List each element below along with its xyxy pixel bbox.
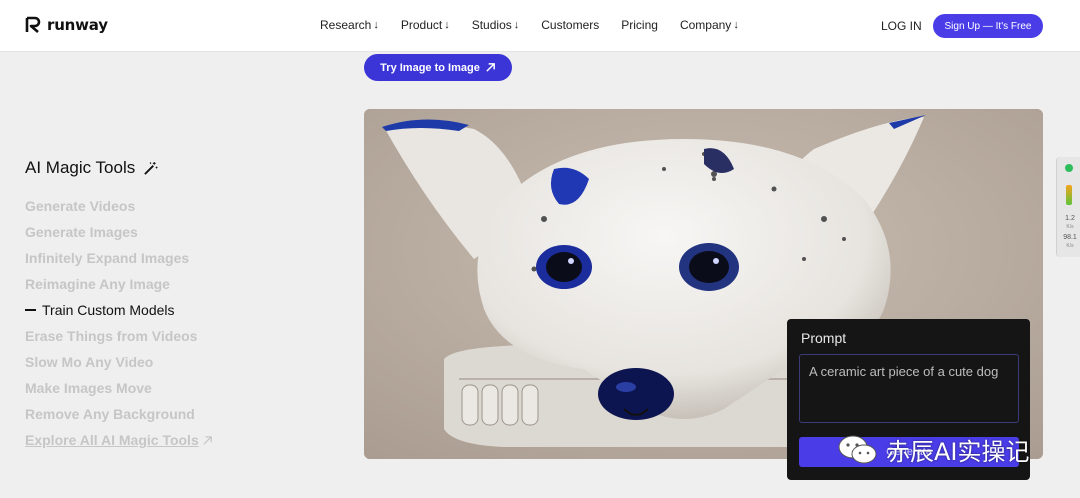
heading-text: AI Magic Tools xyxy=(25,158,136,177)
tool-train-custom-models[interactable]: Train Custom Models xyxy=(25,297,213,323)
magic-wand-icon xyxy=(144,161,158,175)
explore-all-tools-link[interactable]: Explore All AI Magic Tools xyxy=(25,427,213,453)
tool-slow-mo[interactable]: Slow Mo Any Video xyxy=(25,349,213,375)
speed-value-top: 1.2 xyxy=(1065,215,1075,222)
tool-erase-things[interactable]: Erase Things from Videos xyxy=(25,323,213,349)
top-nav-bar: runway Research ↓ Product ↓ Studios ↓ Custo… xyxy=(0,0,1080,52)
wechat-icon xyxy=(838,435,877,463)
nav-label: Product xyxy=(400,18,443,32)
nav-label: Customers xyxy=(541,18,600,32)
active-dash-icon xyxy=(25,309,36,311)
status-dot-icon xyxy=(1065,164,1073,172)
chevron-down-icon: ↓ xyxy=(373,19,379,31)
nav-product[interactable]: Product ↓ xyxy=(401,18,450,32)
speed-unit-top: K/s xyxy=(1066,224,1074,230)
watermark: 赤辰AI实操记 xyxy=(838,432,1030,467)
prompt-label: Prompt xyxy=(801,330,847,346)
nav-label: Studios xyxy=(471,18,512,32)
chevron-down-icon: ↓ xyxy=(444,19,450,31)
tool-remove-background[interactable]: Remove Any Background xyxy=(25,401,213,427)
tool-expand-images[interactable]: Infinitely Expand Images xyxy=(25,245,213,271)
speed-value-bottom: 98.1 xyxy=(1063,234,1077,241)
prompt-input[interactable]: A ceramic art piece of a cute dog xyxy=(799,354,1019,423)
tool-reimagine-image[interactable]: Reimagine Any Image xyxy=(25,271,213,297)
nav-customers[interactable]: Customers xyxy=(541,18,599,32)
runway-logo[interactable]: runway xyxy=(25,16,108,34)
tool-generate-images[interactable]: Generate Images xyxy=(25,219,213,245)
login-link[interactable]: LOG IN xyxy=(881,19,922,33)
tool-label: Train Custom Models xyxy=(42,302,175,318)
nav-label: Research xyxy=(320,18,372,32)
speed-unit-bottom: K/s xyxy=(1066,243,1074,249)
tool-label: Explore All AI Magic Tools xyxy=(25,432,199,448)
tool-make-images-move[interactable]: Make Images Move xyxy=(25,375,213,401)
main-nav: Research ↓ Product ↓ Studios ↓ Customers Pr… xyxy=(320,18,739,32)
nav-studios[interactable]: Studios ↓ xyxy=(472,18,520,32)
watermark-text: 赤辰AI实操记 xyxy=(886,438,1030,466)
ai-magic-tools-heading: AI Magic Tools xyxy=(25,158,158,178)
nav-pricing[interactable]: Pricing xyxy=(621,18,658,32)
nav-label: Pricing xyxy=(621,18,658,32)
tools-list: Generate Videos Generate Images Infinite… xyxy=(25,193,213,453)
chevron-down-icon: ↓ xyxy=(513,19,520,31)
chevron-down-icon: ↓ xyxy=(733,19,739,31)
speed-bar xyxy=(1066,185,1072,205)
nav-company[interactable]: Company ↓ xyxy=(680,18,739,32)
try-image-to-image-button[interactable]: Try Image to Image xyxy=(364,54,512,81)
try-button-label: Try Image to Image xyxy=(380,61,480,74)
logo-text: runway xyxy=(47,16,108,34)
arrow-up-right-icon xyxy=(203,435,212,445)
signup-button[interactable]: Sign Up — It's Free xyxy=(933,14,1043,38)
nav-label: Company xyxy=(679,18,732,32)
nav-research[interactable]: Research ↓ xyxy=(320,18,379,32)
network-speed-widget[interactable]: 1.2 K/s 98.1 K/s xyxy=(1056,157,1080,257)
runway-logo-icon xyxy=(25,16,41,33)
tool-generate-videos[interactable]: Generate Videos xyxy=(25,193,213,219)
arrow-up-right-icon xyxy=(486,63,495,72)
